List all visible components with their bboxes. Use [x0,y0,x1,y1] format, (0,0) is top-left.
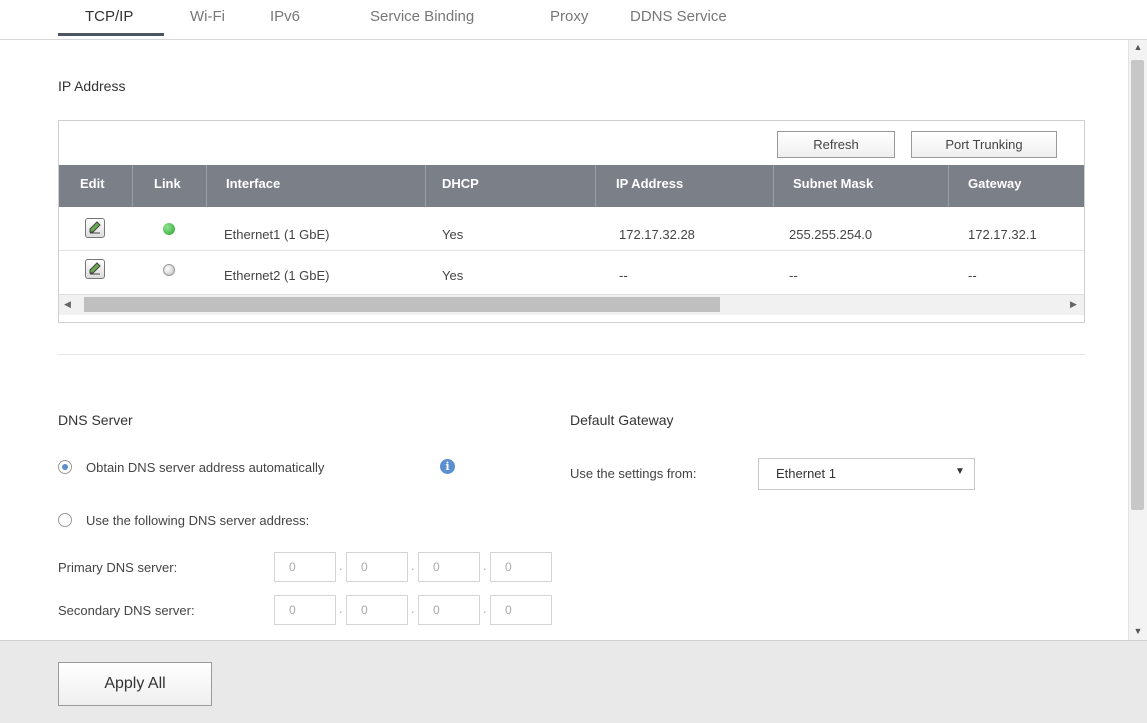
scroll-up-arrow-icon[interactable]: ▲ [1133,42,1143,52]
dns-manual-label[interactable]: Use the following DNS server address: [86,513,309,528]
column-separator [425,165,426,207]
horizontal-scrollbar-thumb[interactable] [84,297,720,312]
subnet-mask-cell: 255.255.254.0 [789,227,873,242]
table-row[interactable] [59,251,1084,295]
dns-auto-label[interactable]: Obtain DNS server address automatically [86,460,324,475]
column-separator [206,165,207,207]
chevron-down-icon[interactable]: ▼ [955,466,965,477]
scroll-down-arrow-icon[interactable]: ▼ [1133,626,1143,636]
table-row[interactable] [59,207,1084,251]
column-header-gateway[interactable]: Gateway [968,176,1021,191]
info-icon[interactable]: i [440,459,455,474]
tab-ipv6[interactable]: IPv6 [270,8,300,25]
primary-dns-octet-1[interactable] [274,552,336,582]
ip-address-title: IP Address [58,78,126,94]
tab-ddns-service[interactable]: DDNS Service [630,8,727,25]
column-separator [773,165,774,207]
ip-address-cell: 172.17.32.28 [619,227,695,242]
dns-auto-radio[interactable] [58,460,72,474]
secondary-dns-octet-3[interactable] [418,595,480,625]
octet-separator: . [483,601,487,616]
dhcp-cell: Yes [442,227,464,242]
column-header-dhcp[interactable]: DHCP [442,176,479,191]
link-status-connected-icon [163,223,175,235]
refresh-button[interactable]: Refresh [777,131,895,158]
scroll-right-arrow-icon[interactable]: ▶ [1070,297,1077,312]
ip-address-cell: -- [619,268,628,283]
edit-icon[interactable] [85,259,105,279]
column-header-ip-address[interactable]: IP Address [616,176,683,191]
gateway-cell: -- [968,268,977,283]
grid-header [59,165,1084,207]
column-separator [948,165,949,207]
link-status-disconnected-icon [163,264,175,276]
default-gateway-title: Default Gateway [570,412,674,428]
column-separator [132,165,133,207]
octet-separator: . [411,601,415,616]
apply-all-button[interactable]: Apply All [58,662,212,706]
octet-separator: . [339,601,343,616]
section-divider [58,354,1085,355]
scroll-left-arrow-icon[interactable]: ◀ [64,297,71,312]
column-header-link[interactable]: Link [154,176,181,191]
dns-manual-radio[interactable] [58,513,72,527]
tab-wifi[interactable]: Wi-Fi [190,8,225,25]
column-header-edit[interactable]: Edit [80,176,105,191]
tab-service-binding[interactable]: Service Binding [370,8,474,25]
octet-separator: . [483,558,487,573]
column-header-interface[interactable]: Interface [226,176,280,191]
tab-proxy[interactable]: Proxy [550,8,588,25]
tab-tcp-ip[interactable]: TCP/IP [85,8,133,25]
primary-dns-octet-3[interactable] [418,552,480,582]
use-settings-from-label: Use the settings from: [570,466,697,481]
vertical-scrollbar-thumb[interactable] [1131,60,1144,510]
port-trunking-button[interactable]: Port Trunking [911,131,1057,158]
secondary-dns-label: Secondary DNS server: [58,603,195,618]
primary-dns-label: Primary DNS server: [58,560,178,575]
gateway-cell: 172.17.32.1 [968,227,1037,242]
interface-cell: Ethernet2 (1 GbE) [224,268,330,283]
gateway-select-value[interactable]: Ethernet 1 [776,466,836,481]
column-header-subnet-mask[interactable]: Subnet Mask [793,176,873,191]
secondary-dns-octet-2[interactable] [346,595,408,625]
column-separator [595,165,596,207]
subnet-mask-cell: -- [789,268,798,283]
secondary-dns-octet-1[interactable] [274,595,336,625]
dns-server-title: DNS Server [58,412,133,428]
edit-icon[interactable] [85,218,105,238]
octet-separator: . [411,558,415,573]
interface-cell: Ethernet1 (1 GbE) [224,227,330,242]
primary-dns-octet-2[interactable] [346,552,408,582]
dhcp-cell: Yes [442,268,464,283]
octet-separator: . [339,558,343,573]
secondary-dns-octet-4[interactable] [490,595,552,625]
active-tab-indicator [58,33,164,36]
primary-dns-octet-4[interactable] [490,552,552,582]
